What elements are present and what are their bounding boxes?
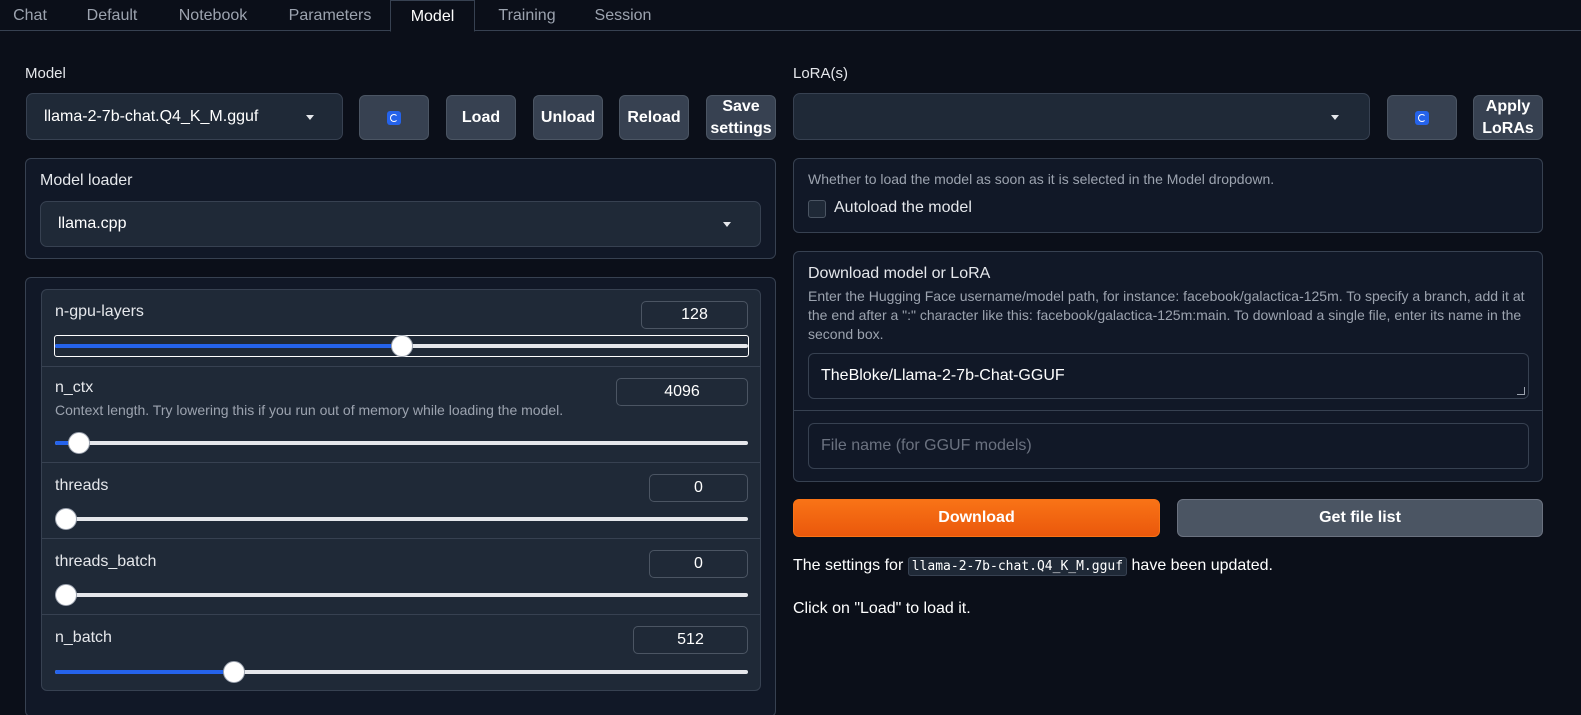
model-loader-panel: Model loader llama.cpp — [25, 158, 776, 259]
tab-chat[interactable]: Chat — [0, 0, 60, 31]
tab-model[interactable]: Model — [390, 0, 475, 32]
n-batch-track[interactable] — [55, 661, 748, 683]
slider-fill — [55, 344, 402, 348]
refresh-icon — [387, 110, 401, 125]
slider-label: n_batch — [55, 629, 112, 646]
apply-loras-label-line2: LoRAs — [1482, 119, 1534, 137]
tab-default[interactable]: Default — [66, 0, 158, 31]
save-settings-button[interactable]: Save settings — [706, 95, 776, 140]
slider-thumb[interactable] — [222, 661, 245, 683]
model-loader-value: llama.cpp — [58, 215, 127, 232]
model-loader-dropdown[interactable]: llama.cpp — [40, 201, 761, 247]
slider-threads: threads 0 — [41, 462, 761, 539]
model-dropdown[interactable]: llama-2-7b-chat.Q4_K_M.gguf — [26, 93, 343, 140]
download-button[interactable]: Download — [793, 499, 1160, 537]
file-name-input[interactable]: File name (for GGUF models) — [808, 423, 1529, 469]
slider-thumb[interactable] — [55, 508, 77, 530]
tab-parameters[interactable]: Parameters — [270, 0, 390, 31]
slider-label: threads — [55, 477, 109, 494]
status-prefix: The settings for — [793, 557, 904, 574]
refresh-models-button[interactable] — [359, 95, 429, 140]
slider-label: n_ctx — [55, 379, 94, 396]
model-dropdown-value: llama-2-7b-chat.Q4_K_M.gguf — [44, 108, 259, 125]
tab-session[interactable]: Session — [578, 0, 668, 31]
lora-label: LoRA(s) — [793, 65, 849, 82]
model-label: Model — [25, 65, 66, 82]
threads-batch-input[interactable]: 0 — [649, 550, 748, 578]
chevron-down-icon — [723, 222, 731, 227]
get-file-list-button[interactable]: Get file list — [1177, 499, 1543, 537]
lora-dropdown[interactable] — [793, 93, 1370, 140]
n-ctx-input[interactable]: 4096 — [616, 378, 748, 406]
refresh-icon — [1415, 110, 1429, 125]
repo-input-value: TheBloke/Llama-2-7b-Chat-GGUF — [821, 367, 1065, 384]
model-loader-label: Model loader — [40, 172, 133, 189]
repo-input[interactable]: TheBloke/Llama-2-7b-Chat-GGUF — [808, 353, 1529, 399]
status-model-code: llama-2-7b-chat.Q4_K_M.gguf — [907, 557, 1128, 576]
n-batch-input[interactable]: 512 — [633, 626, 748, 654]
autoload-checkbox[interactable] — [808, 200, 826, 218]
slider-n-ctx: n_ctx Context length. Try lowering this … — [41, 366, 761, 463]
slider-fill — [55, 670, 229, 674]
slider-thumb[interactable] — [68, 432, 91, 454]
apply-loras-button[interactable]: Apply LoRAs — [1473, 95, 1543, 140]
resize-handle-icon[interactable] — [1517, 387, 1525, 395]
reload-button[interactable]: Reload — [619, 95, 689, 140]
file-name-placeholder: File name (for GGUF models) — [821, 437, 1032, 454]
status-suffix: have been updated. — [1131, 557, 1273, 574]
save-settings-label-line1: Save — [722, 97, 760, 115]
refresh-loras-button[interactable] — [1387, 95, 1457, 140]
slider-info: Context length. Try lowering this if you… — [55, 402, 564, 418]
threads-track[interactable] — [55, 508, 748, 530]
divider — [794, 410, 1542, 411]
n-ctx-track[interactable] — [55, 432, 748, 454]
unload-button[interactable]: Unload — [533, 95, 603, 140]
download-help: Enter the Hugging Face username/model pa… — [808, 288, 1525, 342]
save-settings-label-line2: settings — [710, 119, 772, 137]
apply-loras-label-line1: Apply — [1485, 97, 1531, 115]
load-button[interactable]: Load — [446, 95, 516, 140]
download-panel: Download model or LoRA Enter the Hugging… — [793, 251, 1543, 482]
threads-input[interactable]: 0 — [649, 474, 748, 502]
chevron-down-icon — [1331, 115, 1339, 120]
threads-batch-track[interactable] — [55, 584, 748, 606]
n-gpu-layers-track[interactable] — [55, 335, 748, 357]
slider-n-gpu-layers: n-gpu-layers 128 — [41, 289, 761, 367]
slider-thumb[interactable] — [55, 584, 77, 606]
autoload-help: Whether to load the model as soon as it … — [808, 171, 1275, 187]
download-title: Download model or LoRA — [808, 265, 991, 282]
chevron-down-icon — [306, 115, 314, 120]
tab-notebook[interactable]: Notebook — [158, 0, 268, 31]
slider-n-batch: n_batch 512 — [41, 614, 761, 691]
n-gpu-layers-input[interactable]: 128 — [641, 301, 748, 329]
autoload-panel: Whether to load the model as soon as it … — [793, 158, 1543, 233]
slider-fill — [55, 441, 69, 445]
load-hint-message: Click on "Load" to load it. — [793, 600, 971, 617]
slider-thumb[interactable] — [390, 335, 413, 357]
slider-label: threads_batch — [55, 553, 157, 570]
slider-label: n-gpu-layers — [55, 303, 144, 320]
autoload-label[interactable]: Autoload the model — [834, 199, 972, 217]
slider-threads-batch: threads_batch 0 — [41, 538, 761, 615]
settings-updated-message: The settings for llama-2-7b-chat.Q4_K_M.… — [793, 557, 1273, 576]
tab-bar: Chat Default Notebook Parameters Model T… — [0, 0, 1581, 32]
tab-training[interactable]: Training — [477, 0, 577, 31]
